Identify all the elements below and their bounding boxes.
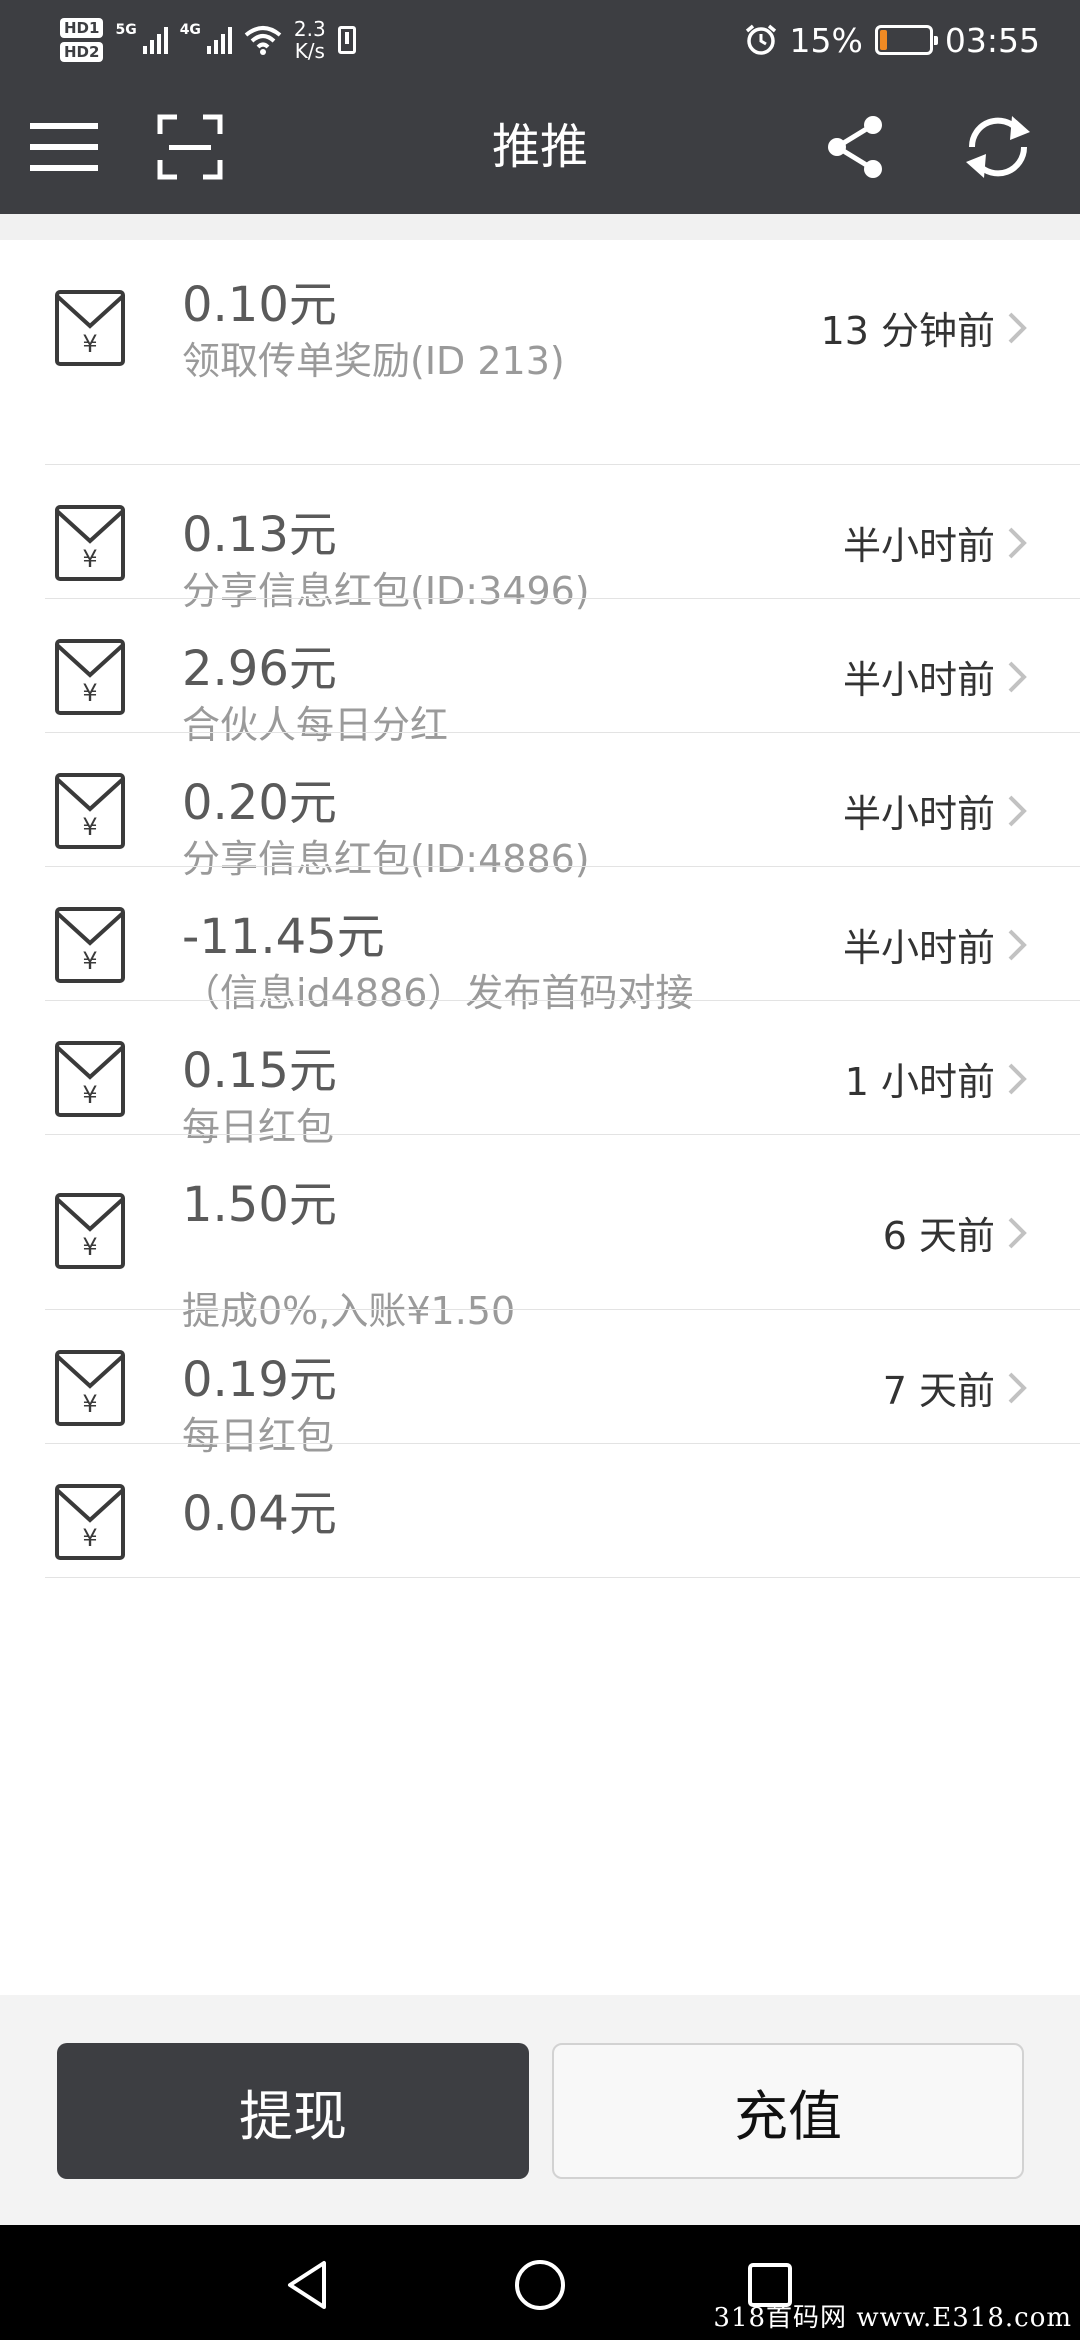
chevron-right-icon	[1008, 661, 1027, 693]
envelope-yuan-icon: ¥	[55, 1193, 125, 1269]
transaction-time: 1 小时前	[844, 1060, 995, 1104]
battery-alert-icon	[337, 26, 356, 54]
transaction-amount: 2.96元	[182, 641, 337, 697]
transaction-row[interactable]: ¥0.13元 分享信息红包(ID:3496) 半小时前	[0, 465, 1080, 613]
withdraw-button[interactable]: 提现	[57, 2043, 529, 2179]
screen: HD1 HD2 5G 4G 2.3 K/s 15% 03:55 推推 ¥ 0.1…	[0, 0, 1080, 2340]
transaction-row[interactable]: ¥1.50元 提成0%,入账¥1.50 6 天前	[0, 1135, 1080, 1333]
home-icon	[515, 2260, 565, 2310]
share-button[interactable]	[815, 107, 895, 187]
transaction-amount: 0.10元	[182, 277, 337, 333]
chevron-right-icon	[1008, 1217, 1027, 1249]
svg-text:¥: ¥	[82, 1233, 97, 1261]
transaction-time: 半小时前	[842, 926, 995, 970]
envelope-yuan-icon: ¥	[55, 773, 125, 849]
transaction-row[interactable]: ¥2.96元 合伙人每日分红 半小时前	[0, 599, 1080, 747]
status-right: 15% 03:55	[744, 21, 1040, 60]
transaction-amount: 0.15元	[182, 1043, 337, 1099]
svg-text:¥: ¥	[82, 330, 97, 358]
transaction-description: 领取传单奖励(ID 213)	[182, 339, 565, 383]
svg-text:¥: ¥	[82, 813, 97, 841]
network-type-1: 5G	[115, 22, 137, 38]
back-icon	[288, 2261, 326, 2309]
hd-indicators: HD1 HD2	[60, 18, 104, 62]
transaction-time: 半小时前	[842, 658, 995, 702]
transaction-time: 7 天前	[882, 1369, 995, 1413]
network-speed: 2.3 K/s	[294, 18, 326, 62]
transaction-time: 半小时前	[842, 524, 995, 568]
wifi-icon	[244, 26, 282, 55]
share-icon	[828, 116, 882, 178]
chevron-right-icon	[1008, 312, 1027, 344]
chevron-right-icon	[1008, 795, 1027, 827]
envelope-yuan-icon: ¥	[55, 505, 125, 581]
svg-text:¥: ¥	[82, 1081, 97, 1109]
battery-icon	[874, 25, 938, 55]
bottom-action-bar: 提现 充值	[0, 1995, 1080, 2225]
transaction-row[interactable]: ¥0.19元 每日红包 7 天前	[0, 1310, 1080, 1458]
envelope-yuan-icon: ¥	[55, 1484, 125, 1560]
transaction-amount: 0.04元	[182, 1486, 337, 1542]
envelope-yuan-icon: ¥	[55, 290, 125, 366]
transaction-list[interactable]: ¥0.10元领取传单奖励(ID 213) 13 分钟前 ¥0.13元 分享信息红包(I…	[0, 240, 1080, 1995]
svg-text:¥: ¥	[82, 679, 97, 707]
status-bar: HD1 HD2 5G 4G 2.3 K/s 15% 03:55	[0, 0, 1080, 80]
transaction-row[interactable]: ¥0.20元 分享信息红包(ID:4886) 半小时前	[0, 733, 1080, 881]
alarm-icon	[745, 24, 776, 55]
status-left: HD1 HD2 5G 4G 2.3 K/s	[60, 18, 356, 62]
transaction-time: 13 分钟前	[820, 309, 995, 353]
chevron-right-icon	[1008, 1372, 1027, 1404]
app-toolbar: 推推	[0, 80, 1080, 214]
refresh-button[interactable]	[958, 107, 1038, 187]
chevron-right-icon	[1008, 929, 1027, 961]
signal-icon-2	[206, 26, 232, 54]
transaction-time: 半小时前	[842, 792, 995, 836]
chevron-right-icon	[1008, 527, 1027, 559]
hd1-badge: HD1	[60, 18, 104, 38]
clock: 03:55	[944, 20, 1040, 60]
menu-button[interactable]	[24, 107, 104, 187]
scan-icon	[157, 114, 223, 180]
transaction-amount: -11.45元	[182, 909, 385, 965]
menu-icon	[30, 123, 98, 171]
network-type-2: 4G	[179, 22, 201, 38]
transaction-row[interactable]: ¥0.15元 每日红包 1 小时前	[0, 1001, 1080, 1149]
transaction-amount: 0.20元	[182, 775, 337, 831]
transaction-row[interactable]: ¥0.10元领取传单奖励(ID 213) 13 分钟前	[0, 240, 1080, 465]
transaction-row[interactable]: ¥ -11.45元 （信息id4886）发布首码对接 半小时前	[0, 867, 1080, 1015]
recharge-button[interactable]: 充值	[552, 2043, 1024, 2179]
home-button[interactable]	[510, 2255, 570, 2315]
transaction-time: 6 天前	[882, 1214, 995, 1258]
envelope-yuan-icon: ¥	[55, 907, 125, 983]
envelope-yuan-icon: ¥	[55, 1350, 125, 1426]
envelope-yuan-icon: ¥	[55, 639, 125, 715]
battery-percent: 15%	[789, 20, 863, 60]
signal-icon	[142, 26, 168, 54]
transaction-amount: 1.50元	[182, 1177, 337, 1233]
back-button[interactable]	[280, 2255, 340, 2315]
speed-value: 2.3	[293, 17, 326, 41]
svg-text:¥: ¥	[82, 947, 97, 975]
transaction-row[interactable]: ¥0.04元	[0, 1444, 1080, 1578]
scan-button[interactable]	[150, 107, 230, 187]
svg-text:¥: ¥	[82, 545, 97, 573]
transaction-amount: 0.19元	[182, 1352, 337, 1408]
svg-text:¥: ¥	[82, 1390, 97, 1418]
transaction-amount: 0.13元	[182, 507, 337, 563]
hd2-badge: HD2	[60, 42, 104, 62]
speed-unit: K/s	[294, 39, 325, 63]
battery-fill	[879, 30, 887, 50]
refresh-icon	[966, 116, 1030, 178]
svg-text:¥: ¥	[82, 1524, 97, 1552]
chevron-right-icon	[1008, 1063, 1027, 1095]
envelope-yuan-icon: ¥	[55, 1041, 125, 1117]
system-nav-bar: 318首码网 www.E318.com	[0, 2225, 1080, 2340]
watermark: 318首码网 www.E318.com	[713, 2303, 1072, 2333]
